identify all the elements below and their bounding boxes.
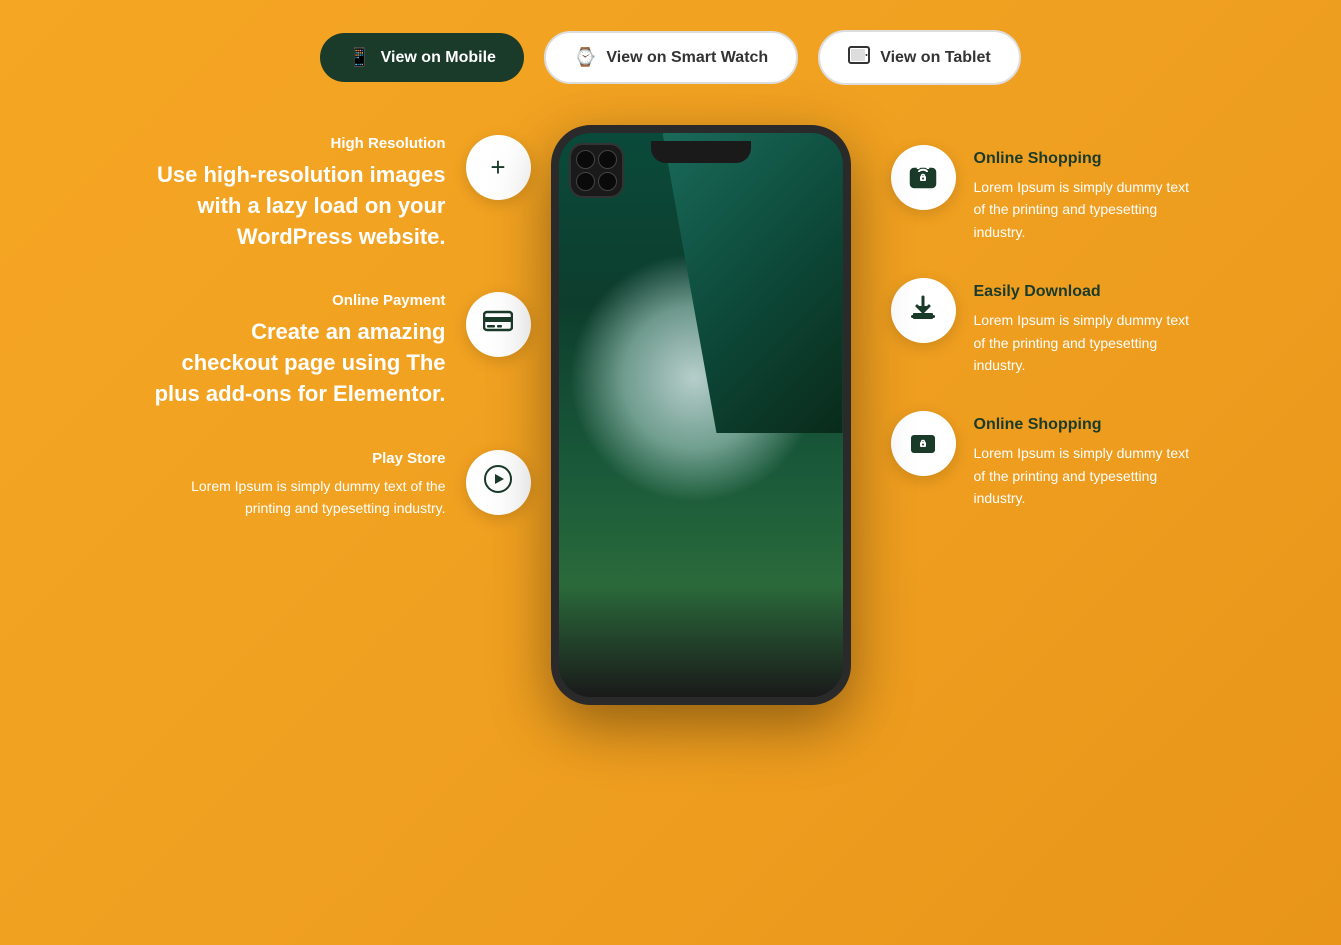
view-mobile-button[interactable]: 📱 View on Mobile <box>320 33 524 82</box>
download-icon <box>909 293 937 328</box>
plus-icon-circle: + <box>466 135 531 200</box>
camera-bump <box>569 143 624 198</box>
feature-online-payment-desc: Create an amazing checkout page using Th… <box>151 317 446 409</box>
right-feature-online-shopping-1: Online Shopping Lorem Ipsum is simply du… <box>891 145 1191 243</box>
feature-high-resolution: High Resolution Use high-resolution imag… <box>151 135 531 252</box>
right-feature-online-shopping-1-desc: Lorem Ipsum is simply dummy text of the … <box>974 176 1191 243</box>
feature-online-payment-title: Online Payment <box>151 292 446 309</box>
camera-lens-3 <box>576 172 595 191</box>
view-tablet-button[interactable]: View on Tablet <box>818 30 1021 85</box>
feature-online-payment-text: Online Payment Create an amazing checkou… <box>151 292 446 409</box>
feature-play-store-text: Play Store Lorem Ipsum is simply dummy t… <box>151 450 446 520</box>
plus-icon: + <box>490 152 505 183</box>
tablet-icon <box>848 46 870 69</box>
camera-lens-4 <box>598 172 617 191</box>
top-navigation: 📱 View on Mobile ⌚ View on Smart Watch V… <box>0 0 1341 105</box>
right-feature-online-shopping-2-text: Online Shopping Lorem Ipsum is simply du… <box>974 411 1191 509</box>
feature-high-resolution-title: High Resolution <box>151 135 446 152</box>
shopping-bag-icon-circle-2 <box>891 411 956 476</box>
view-tablet-label: View on Tablet <box>880 49 991 67</box>
right-feature-easily-download-desc: Lorem Ipsum is simply dummy text of the … <box>974 309 1191 376</box>
left-features: High Resolution Use high-resolution imag… <box>151 125 531 520</box>
phone-mockup-container <box>531 125 871 705</box>
feature-online-payment: Online Payment Create an amazing checkou… <box>151 292 531 409</box>
view-mobile-label: View on Mobile <box>381 49 496 67</box>
mobile-icon: 📱 <box>348 47 370 68</box>
main-content: High Resolution Use high-resolution imag… <box>0 105 1341 745</box>
feature-play-store-title: Play Store <box>151 450 446 467</box>
feature-play-store-desc: Lorem Ipsum is simply dummy text of the … <box>151 475 446 520</box>
phone-mockup <box>551 125 851 705</box>
right-features: Online Shopping Lorem Ipsum is simply du… <box>871 125 1191 510</box>
download-icon-circle <box>891 278 956 343</box>
feature-play-store: Play Store Lorem Ipsum is simply dummy t… <box>151 450 531 520</box>
view-smartwatch-label: View on Smart Watch <box>606 49 768 67</box>
right-feature-easily-download-text: Easily Download Lorem Ipsum is simply du… <box>974 278 1191 376</box>
smartwatch-icon: ⌚ <box>574 47 596 68</box>
right-feature-easily-download: Easily Download Lorem Ipsum is simply du… <box>891 278 1191 376</box>
credit-card-icon-circle <box>466 292 531 357</box>
right-feature-online-shopping-2: Online Shopping Lorem Ipsum is simply du… <box>891 411 1191 509</box>
shopping-bag-icon-1 <box>909 159 937 196</box>
view-smartwatch-button[interactable]: ⌚ View on Smart Watch <box>544 31 798 84</box>
phone-screen <box>559 133 843 697</box>
right-feature-online-shopping-2-title: Online Shopping <box>974 416 1191 434</box>
right-feature-online-shopping-1-text: Online Shopping Lorem Ipsum is simply du… <box>974 145 1191 243</box>
play-store-icon-circle <box>466 450 531 515</box>
feature-high-resolution-text: High Resolution Use high-resolution imag… <box>151 135 446 252</box>
right-feature-easily-download-title: Easily Download <box>974 283 1191 301</box>
feature-high-resolution-desc: Use high-resolution images with a lazy l… <box>151 160 446 252</box>
play-store-icon <box>484 465 512 500</box>
shopping-bag-icon-circle-1 <box>891 145 956 210</box>
camera-lens-1 <box>576 150 595 169</box>
right-feature-online-shopping-2-desc: Lorem Ipsum is simply dummy text of the … <box>974 442 1191 509</box>
right-feature-online-shopping-1-title: Online Shopping <box>974 150 1191 168</box>
credit-card-icon <box>483 309 513 340</box>
phone-camera <box>569 143 624 198</box>
phone-notch <box>651 141 751 163</box>
shopping-bag-icon-2 <box>909 425 937 462</box>
camera-lens-2 <box>598 150 617 169</box>
